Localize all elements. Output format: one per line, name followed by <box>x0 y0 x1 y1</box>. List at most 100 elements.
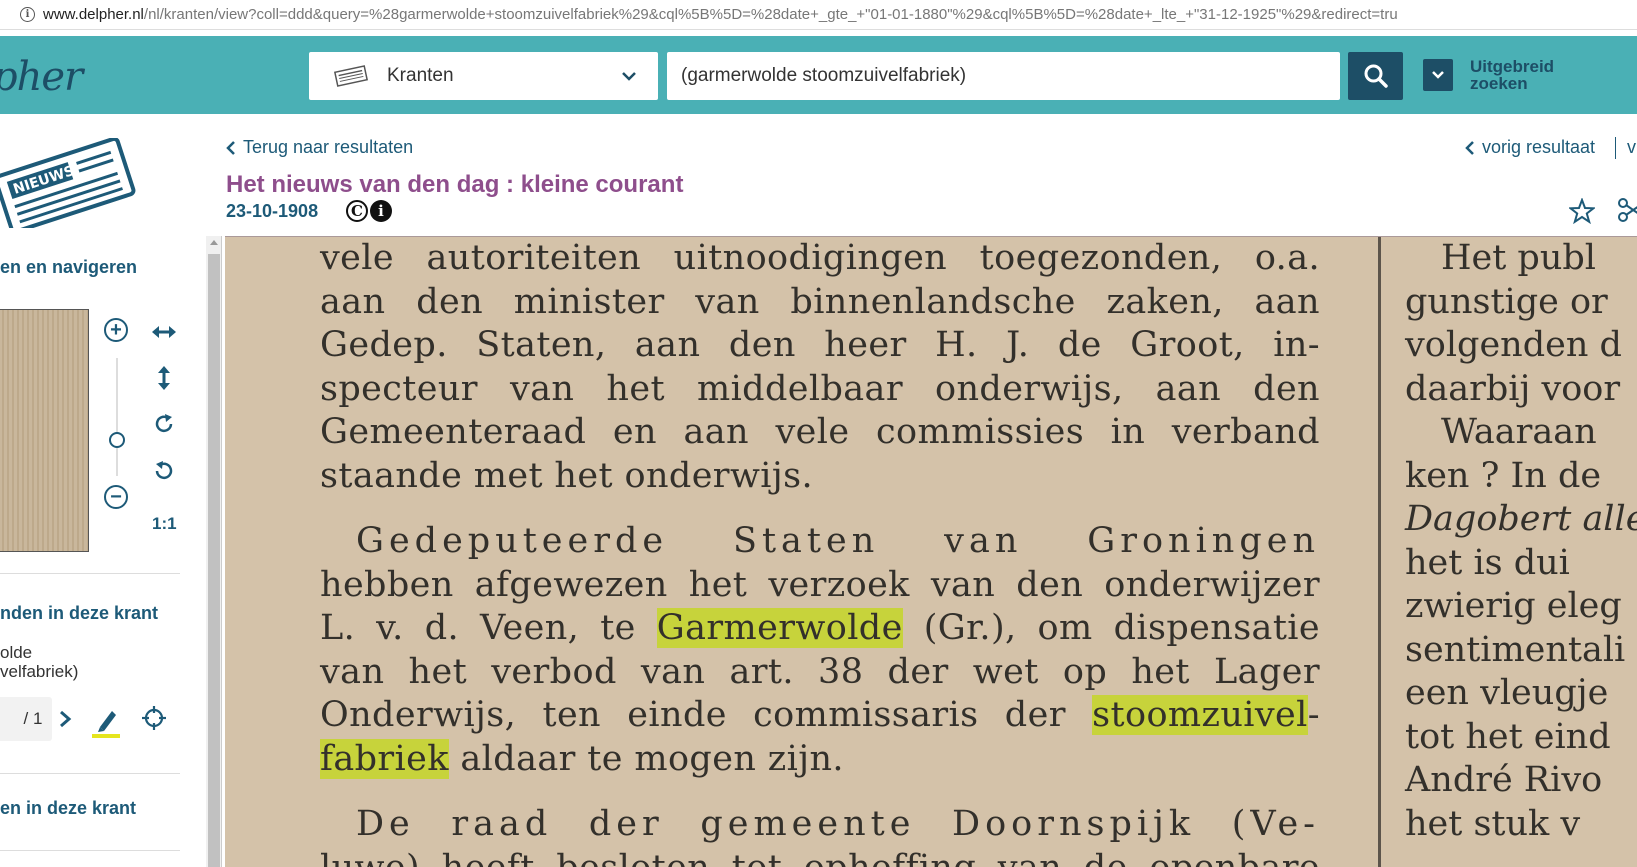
article-line: van het verbod van art. 38 der wet op he… <box>320 651 1320 695</box>
page-thumbnail[interactable] <box>0 309 89 552</box>
article-line: Gedeputeerde Staten van Groningen <box>320 520 1320 564</box>
zoom-one-to-one[interactable]: 1:1 <box>152 514 177 534</box>
article-text: van het verbod van art. 38 der wet op he… <box>320 651 1320 692</box>
chevron-left-icon <box>226 140 235 155</box>
back-to-results-label: Terug naar resultaten <box>243 137 414 157</box>
article-text: aan den minister van binnenlandsche zake… <box>320 281 1320 322</box>
next-hit-button[interactable] <box>52 697 78 741</box>
article-line: De raad der gemeente Doornspijk (Ve- <box>320 803 1320 847</box>
article-text: De raad der gemeente Doornspijk (Ve- <box>356 804 1320 844</box>
scroll-up-arrow[interactable] <box>210 240 218 245</box>
article-text: luwe) heeft besloten tot opheffing van d… <box>320 848 1320 867</box>
column-rule <box>1378 237 1381 867</box>
article-line: specteur van het middelbaar onderwijs, a… <box>320 368 1320 412</box>
clip-scissors-icon[interactable] <box>1617 197 1637 223</box>
viewer-scrollbar[interactable] <box>206 236 222 867</box>
newspaper-date: 23-10-1908 <box>226 201 319 221</box>
pager-text: / 1 <box>23 709 43 728</box>
search-hit-highlight: fabriek <box>320 738 449 779</box>
rotate-left-icon[interactable] <box>151 458 177 484</box>
url-host: www.delpher.nl <box>43 6 144 23</box>
browser-url-bar[interactable]: i www.delpher.nl/nl/kranten/view?coll=dd… <box>0 0 1637 30</box>
favorite-star-icon[interactable] <box>1569 198 1595 224</box>
chevron-right-icon <box>60 710 72 728</box>
advanced-search-line1: Uitgebreid <box>1470 57 1555 76</box>
zoom-slider-track[interactable] <box>116 358 118 476</box>
hit-pager[interactable]: / 1 <box>0 697 52 741</box>
article-line: staande met het onderwijs. <box>320 455 1320 499</box>
fit-width-icon[interactable] <box>151 319 177 345</box>
rotate-right-icon[interactable] <box>151 411 177 437</box>
article-line: zwierig eleg <box>1405 586 1622 626</box>
article-line: sentimentali <box>1405 629 1626 670</box>
article-text: aldaar te mogen zijn. <box>448 738 844 779</box>
article-text: Onderwijs, ten einde commissaris der <box>320 695 1093 735</box>
article-text: Gedeputeerde Staten van Groningen <box>356 521 1320 561</box>
info-icon[interactable]: i <box>370 200 392 222</box>
zoom-slider-handle[interactable] <box>109 432 125 448</box>
bottom-section-title: en in deze krant <box>0 798 137 818</box>
article-text: specteur van het middelbaar onderwijs, a… <box>320 368 1320 409</box>
article-line: André Rivo <box>1405 760 1603 800</box>
fit-height-icon[interactable] <box>151 365 177 391</box>
article-text: - <box>1307 695 1320 735</box>
collection-select[interactable]: Kranten <box>309 52 658 100</box>
search-icon <box>1364 64 1388 88</box>
zoom-in-icon[interactable]: + <box>104 318 128 342</box>
article-line: luwe) heeft besloten tot opheffing van d… <box>320 847 1320 867</box>
site-info-icon[interactable]: i <box>20 7 35 22</box>
sidebar-divider <box>0 850 180 851</box>
previous-result-label: vorig resultaat <box>1482 137 1596 157</box>
next-result-link[interactable]: v <box>1627 137 1636 158</box>
newspaper-viewer[interactable]: vele autoriteiten uitnoodigingen toegezo… <box>225 236 1637 867</box>
previous-result-link[interactable]: vorig resultaat <box>1465 137 1595 158</box>
article-text: hebben afgewezen het verzoek van den ond… <box>320 564 1320 605</box>
newspaper-title: Het nieuws van den dag : kleine courant <box>226 171 684 198</box>
article-line: Dagobert alle <box>1405 499 1637 539</box>
article-line: L. v. d. Veen, te Garmerwolde (Gr.), om … <box>320 607 1320 651</box>
back-to-results-link[interactable]: Terug naar resultaten <box>226 137 413 158</box>
found-query-text: olde velfabriek) <box>0 643 78 681</box>
article-line: daarbij voor <box>1405 368 1621 409</box>
article-line: ken ? In de <box>1405 455 1602 496</box>
article-line: fabriek aldaar te mogen zijn. <box>320 738 1320 782</box>
newspaper-collection-icon: NIEUWS <box>0 138 136 228</box>
search-hit-highlight: stoomzuivel <box>1092 695 1308 735</box>
zoom-out-icon[interactable]: − <box>104 485 128 509</box>
article-column-right: Het publ gunstige or volgenden d daarbij vo… <box>1405 237 1637 846</box>
url-path: /nl/kranten/view?coll=ddd&query=%28garme… <box>143 6 1398 23</box>
navigate-section-title: en en navigeren <box>0 257 138 277</box>
article-line: het stuk v <box>1405 803 1581 844</box>
sidebar-divider <box>0 573 180 574</box>
article-text: Gedep. Staten, aan den heer H. J. de Gro… <box>320 325 1320 365</box>
article-line: Het publ <box>1441 238 1596 278</box>
scrollbar-thumb[interactable] <box>208 254 220 867</box>
article-line: Waaraan <box>1441 412 1597 452</box>
delpher-logo[interactable]: pher <box>0 54 83 100</box>
highlight-toggle-icon[interactable] <box>92 705 120 739</box>
advanced-search-label[interactable]: Uitgebreid zoeken <box>1470 58 1554 92</box>
chevron-left-icon <box>1465 140 1474 155</box>
search-hit-highlight: Garmerwolde <box>656 608 903 648</box>
rights-icons: C i <box>346 200 392 222</box>
search-button[interactable] <box>1348 52 1403 100</box>
article-line: gunstige or <box>1405 281 1608 322</box>
article-line: aan den minister van binnenlandsche zake… <box>320 281 1320 325</box>
advanced-search-toggle[interactable] <box>1423 59 1453 91</box>
found-query-line1: olde <box>0 643 33 662</box>
article-text: Gemeenteraad en aan vele commissies in v… <box>320 412 1320 452</box>
article-text: L. v. d. Veen, te <box>320 608 657 648</box>
search-input[interactable] <box>667 52 1340 100</box>
article-line: volgenden d <box>1405 325 1622 365</box>
article-line: Onderwijs, ten einde commissaris der sto… <box>320 694 1320 738</box>
article-line: vele autoriteiten uitnoodigingen toegezo… <box>320 237 1320 281</box>
copyright-icon[interactable]: C <box>346 200 368 222</box>
article-text: staande met het onderwijs. <box>320 455 814 496</box>
nav-divider <box>1615 137 1616 159</box>
locate-hit-icon[interactable] <box>141 705 167 731</box>
article-line: Gemeenteraad en aan vele commissies in v… <box>320 411 1320 455</box>
article-line: het is dui <box>1405 542 1570 583</box>
chevron-down-icon <box>1432 71 1444 79</box>
article-text: (Gr.), om dispensatie <box>902 608 1320 648</box>
